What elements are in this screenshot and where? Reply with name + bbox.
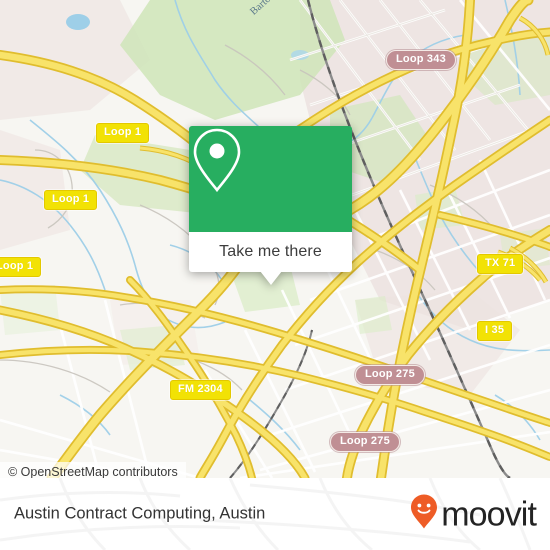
road-shield-i-35: I 35 [477, 321, 513, 341]
place-caption: Austin Contract Computing, Austin [14, 504, 266, 523]
road-shield-tx-71: TX 71 [477, 254, 524, 274]
moovit-logo[interactable]: moovit [409, 494, 537, 535]
road-shield-loop-1: Loop 1 [44, 190, 98, 210]
take-me-there-label: Take me there [219, 243, 322, 260]
road-shield-loop-1: Loop 1 [0, 257, 42, 277]
take-me-there-button[interactable]: Take me there [189, 232, 352, 285]
road-shield-loop-1: Loop 1 [96, 123, 150, 143]
moovit-pin-smiley-icon [409, 494, 439, 535]
map-canvas[interactable]: Barton Creek Loop 1 Loop 1 Loop 1 Loop 3… [0, 0, 550, 478]
road-shield-loop-275: Loop 275 [330, 432, 400, 452]
osm-attribution[interactable]: © OpenStreetMap contributors [0, 462, 186, 478]
road-shield-loop-343: Loop 343 [386, 50, 456, 70]
popup-pointer-tail [259, 271, 282, 285]
footer-bar: Austin Contract Computing, Austin moovit [0, 478, 550, 550]
location-popup-card[interactable]: Take me there [189, 126, 352, 285]
road-shield-loop-275: Loop 275 [355, 365, 425, 385]
map-result-screen: Barton Creek Loop 1 Loop 1 Loop 1 Loop 3… [0, 0, 550, 550]
popup-header [189, 126, 352, 232]
road-shield-fm-2304: FM 2304 [170, 380, 231, 400]
moovit-wordmark: moovit [441, 495, 537, 533]
